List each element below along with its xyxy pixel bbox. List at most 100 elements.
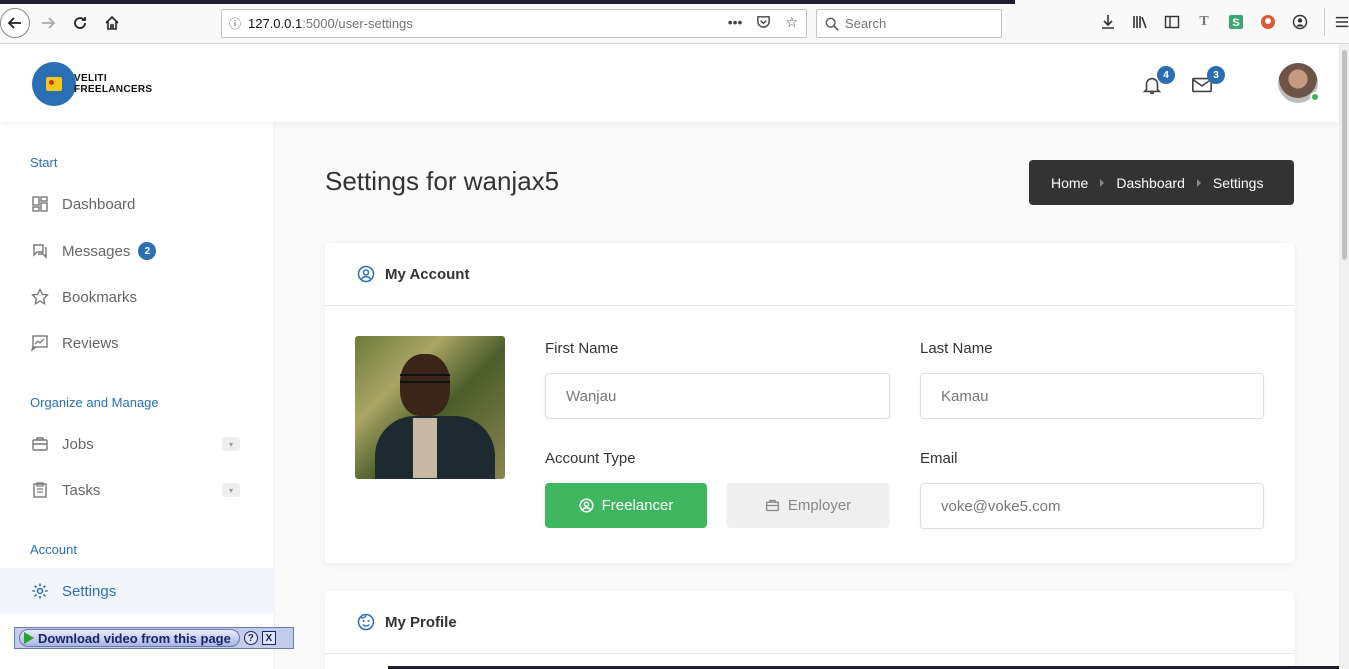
logo-line-1: VELITI	[74, 73, 107, 84]
briefcase-icon	[32, 437, 48, 451]
user-circle-icon	[357, 265, 375, 283]
duckduckgo-icon[interactable]	[1258, 12, 1278, 32]
breadcrumb-home[interactable]: Home	[1051, 175, 1088, 191]
last-name-label: Last Name	[920, 340, 993, 357]
breadcrumb-separator-icon	[1196, 178, 1201, 187]
close-icon[interactable]: X	[261, 631, 276, 645]
sidebar-item-reviews[interactable]: Reviews	[0, 320, 275, 366]
email-input[interactable]: voke@voke5.com	[920, 483, 1264, 529]
notifications-badge: 4	[1157, 66, 1175, 84]
first-name-input[interactable]: Wanjau	[545, 373, 890, 419]
freelancer-label: Freelancer	[601, 497, 674, 514]
user-circle-icon	[579, 498, 594, 513]
sidebar-item-tasks[interactable]: Tasks ▾	[0, 467, 275, 513]
search-placeholder: Search	[845, 16, 887, 31]
toolbar-separator	[1324, 8, 1325, 36]
sidebar-item-label: Reviews	[62, 334, 119, 352]
sidebar-item-label: Settings	[62, 582, 117, 600]
sidebar-section-account: Account	[30, 542, 77, 557]
sidebar-item-jobs[interactable]: Jobs ▾	[0, 421, 275, 467]
browser-search-input[interactable]: Search	[816, 9, 1002, 38]
page-actions-icon[interactable]: •••	[728, 14, 743, 32]
pocket-icon[interactable]	[756, 14, 771, 32]
online-status-dot	[1310, 92, 1320, 102]
sidebar-item-bookmarks[interactable]: Bookmarks	[0, 274, 275, 320]
download-video-button[interactable]: Download video from this page	[19, 629, 240, 647]
logo-line-2: FREELANCERS	[74, 84, 153, 95]
play-icon	[24, 632, 34, 644]
sidebar-item-label: Messages	[62, 242, 131, 260]
sidebar-toggle-icon[interactable]	[1162, 12, 1182, 32]
url-bar[interactable]: ⓘ 127.0.0.1:5000/user-settings ••• ☆	[221, 9, 807, 38]
breadcrumb-settings: Settings	[1212, 174, 1264, 191]
profile-photo[interactable]	[355, 336, 505, 479]
tab-strip	[0, 0, 1015, 4]
logo[interactable]: VELITI FREELANCERS	[32, 62, 152, 106]
messages-button[interactable]: 3	[1191, 66, 1225, 96]
my-account-title: My Account	[385, 265, 470, 283]
face-smile-icon	[357, 613, 375, 631]
chat-icon	[33, 244, 47, 259]
sidebar-item-dashboard[interactable]: Dashboard	[0, 181, 275, 227]
svg-text:S: S	[1232, 17, 1239, 29]
breadcrumb-separator-icon	[1100, 178, 1105, 187]
arrow-left-icon	[7, 17, 21, 29]
reload-button[interactable]	[66, 9, 94, 37]
gear-icon	[32, 583, 48, 599]
library-icon[interactable]	[1130, 12, 1150, 32]
app-header: VELITI FREELANCERS 4 3	[0, 44, 1339, 122]
account-type-label: Account Type	[545, 450, 636, 467]
employer-label: Employer	[787, 497, 852, 514]
translate-extension-icon[interactable]: T	[1194, 12, 1214, 32]
briefcase-icon	[765, 499, 779, 512]
home-icon	[105, 15, 119, 30]
url-host: 127.0.0.1	[248, 16, 303, 31]
dashboard-icon	[32, 196, 48, 212]
forward-button[interactable]	[34, 9, 62, 37]
sidebar-item-label: Jobs	[62, 435, 94, 453]
info-icon[interactable]: ⓘ	[222, 15, 248, 32]
tasks-expand-caret-icon[interactable]: ▾	[222, 483, 240, 497]
sidebar: Start Dashboard Messages 2 Bookmarks Rev…	[0, 122, 275, 669]
hamburger-menu-icon[interactable]	[1332, 12, 1349, 32]
home-button[interactable]	[98, 9, 126, 37]
clipboard-icon	[33, 482, 47, 498]
my-profile-title: My Profile	[385, 613, 457, 631]
reload-icon	[74, 17, 86, 29]
download-video-bar: Download video from this page ? X	[14, 627, 294, 649]
messages-badge: 3	[1207, 66, 1225, 84]
my-account-header: My Account	[325, 243, 1294, 306]
downloads-icon[interactable]	[1098, 12, 1118, 32]
sidebar-item-label: Dashboard	[62, 195, 136, 213]
bookmark-star-icon[interactable]: ☆	[785, 14, 798, 32]
jobs-expand-caret-icon[interactable]: ▾	[222, 437, 240, 451]
my-account-card: My Account First Name Wanjau Last Name K…	[325, 243, 1294, 563]
sidebar-section-start: Start	[30, 155, 58, 170]
search-icon	[825, 17, 839, 31]
sidebar-item-messages[interactable]: Messages 2	[0, 228, 275, 274]
email-label: Email	[920, 450, 958, 467]
s-extension-icon[interactable]: S	[1226, 12, 1246, 32]
last-name-input[interactable]: Kamau	[920, 373, 1264, 419]
messages-count-badge: 2	[138, 242, 157, 260]
arrow-right-icon	[42, 17, 56, 29]
page-title: Settings for wanjax5	[325, 166, 560, 196]
scrollbar-thumb[interactable]	[1342, 50, 1347, 260]
freelancer-toggle-button[interactable]: Freelancer	[545, 483, 707, 528]
logo-text: VELITI FREELANCERS	[74, 73, 152, 95]
my-profile-header: My Profile	[325, 591, 1294, 654]
sidebar-item-label: Bookmarks	[62, 288, 138, 306]
account-icon[interactable]	[1290, 12, 1310, 32]
download-video-label: Download video from this page	[38, 630, 231, 646]
help-icon[interactable]: ?	[243, 631, 258, 645]
notifications-button[interactable]: 4	[1141, 66, 1175, 96]
sidebar-section-organize: Organize and Manage	[30, 395, 159, 410]
sidebar-item-settings[interactable]: Settings	[0, 568, 275, 614]
employer-toggle-button[interactable]: Employer	[727, 483, 889, 528]
back-button[interactable]	[0, 8, 30, 38]
sidebar-item-label: Tasks	[62, 481, 101, 499]
user-avatar[interactable]	[1278, 63, 1320, 103]
review-chart-icon	[31, 335, 48, 352]
breadcrumb-dashboard[interactable]: Dashboard	[1116, 175, 1185, 191]
breadcrumb: Home Dashboard Settings	[1029, 160, 1294, 205]
